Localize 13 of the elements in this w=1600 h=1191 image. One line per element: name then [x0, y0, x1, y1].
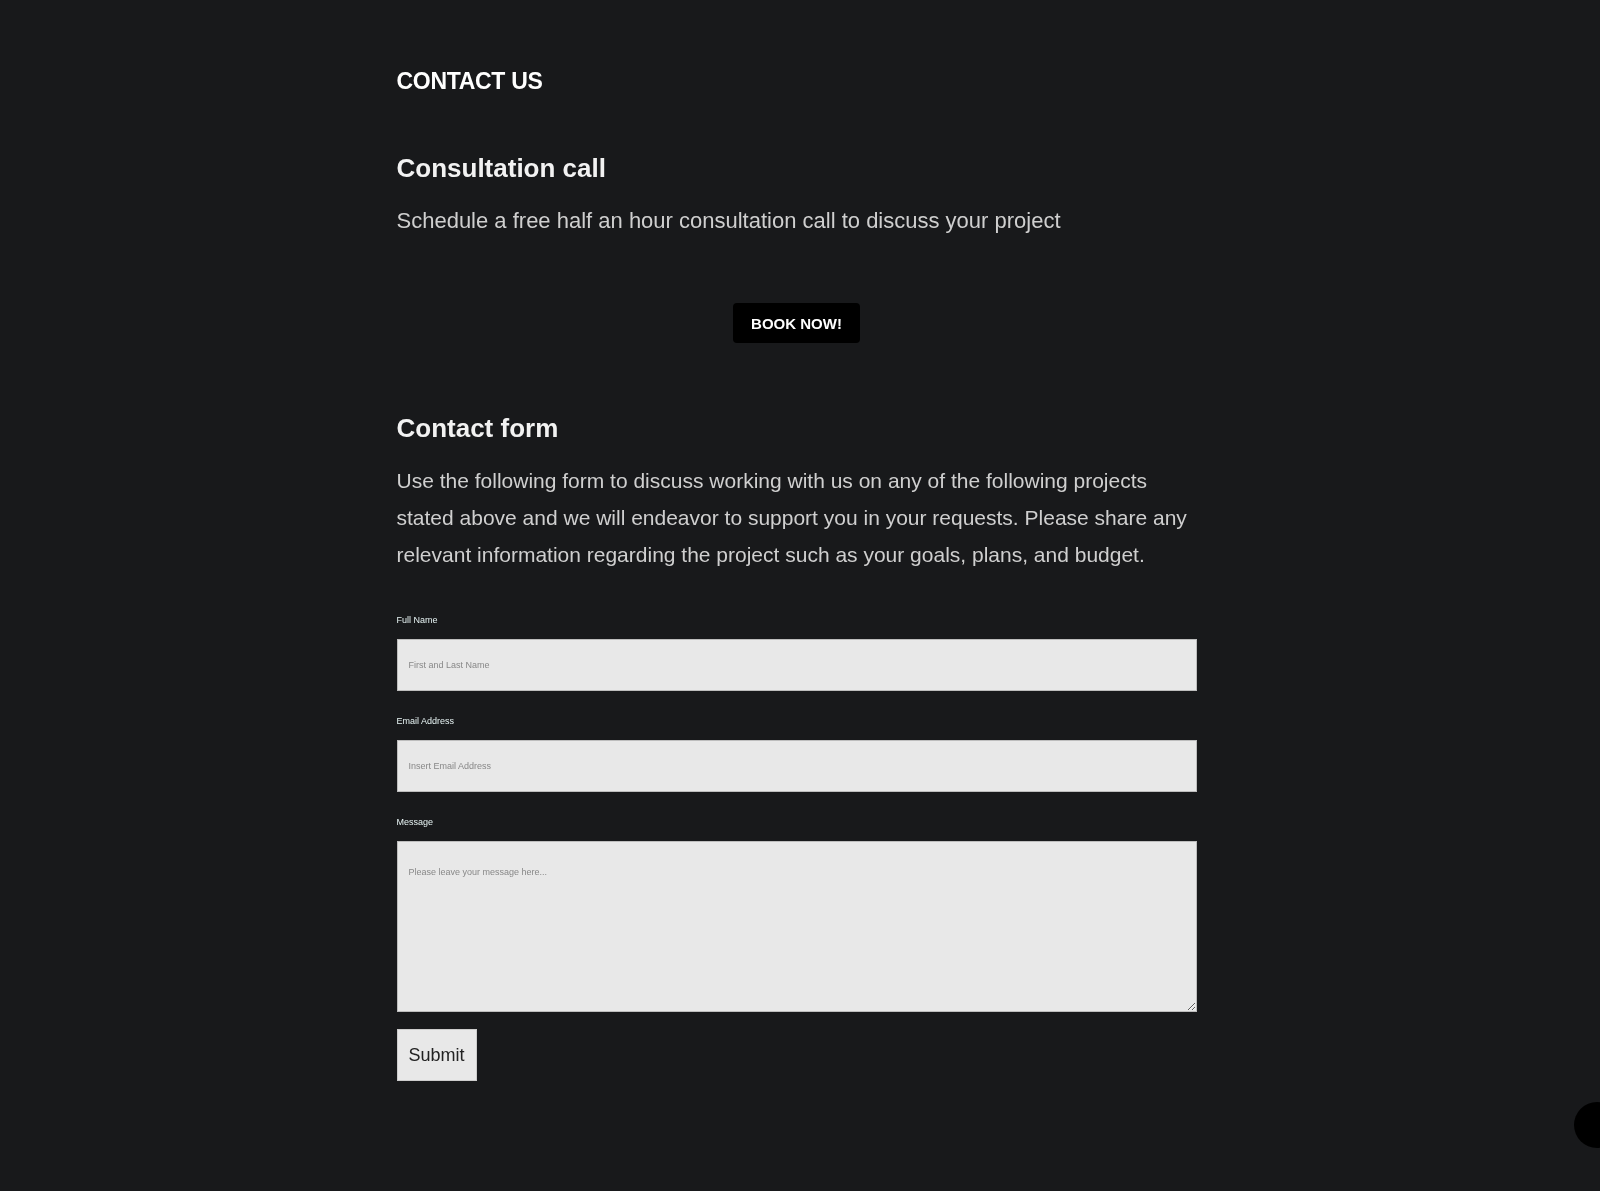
message-field[interactable]: Please leave your message here... [396, 841, 1197, 1012]
field-label: Email Address [396, 716, 456, 726]
input-field[interactable]: Insert Email Address [396, 740, 1197, 792]
page-heading: CONTACT US [396, 68, 544, 95]
section-description: Schedule a free half an hour consultation call to discuss your project [396, 207, 1062, 235]
field-label: Message [396, 817, 435, 827]
section-heading: Contact form [396, 413, 560, 444]
field-label: Full Name [396, 615, 439, 625]
submit-button[interactable]: Submit [396, 1029, 477, 1081]
book-now-button[interactable]: BOOK NOW! [733, 303, 860, 343]
section-description: Use the following form to discuss working with us on any of the following projects stated above and we will endeavor to support you in your requests. Please share any relevant information regarding the project such as your goals, plans, and budget. [396, 468, 1188, 568]
input-field[interactable]: First and Last Name [396, 639, 1197, 691]
section-heading: Consultation call [396, 153, 607, 184]
